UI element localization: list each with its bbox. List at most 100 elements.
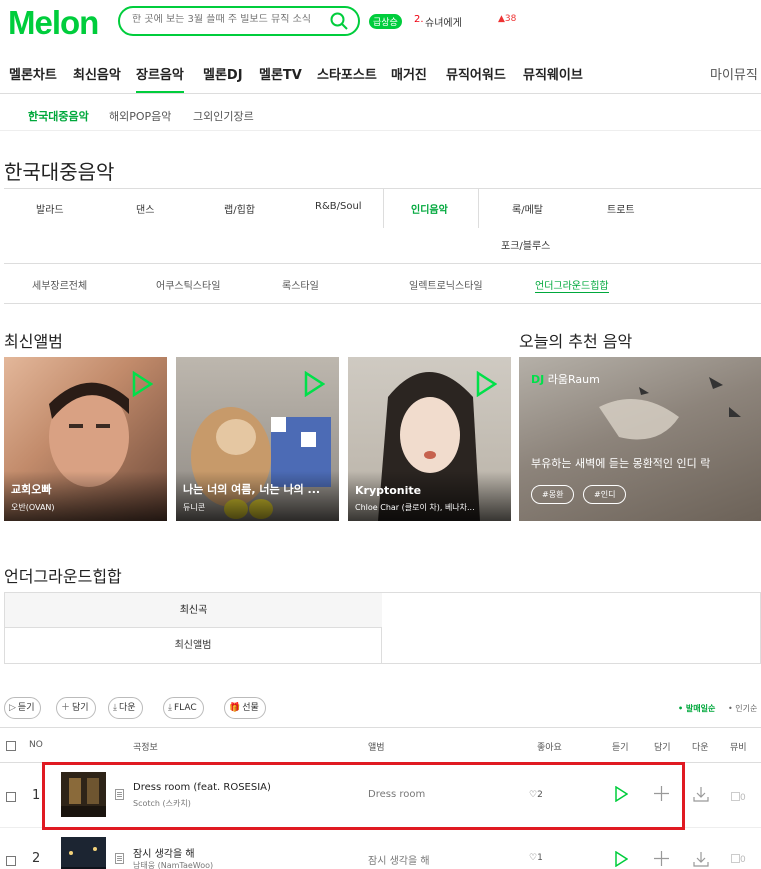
download-icon: ⤓ [168, 703, 172, 713]
page-title: 한국대중음악 [4, 160, 115, 184]
subnav-pop[interactable]: 해외POP음악 [109, 108, 171, 124]
play-icon[interactable] [131, 371, 153, 397]
genre-subnav: 한국대중음악 해외POP음악 그외인기장르 [0, 104, 761, 131]
trending-rank: 2. [414, 14, 424, 25]
genre-folk[interactable]: 포크/블루스 [501, 237, 550, 252]
main-nav: 멜론차트 최신음악 장르음악 멜론DJ 멜론TV 스타포스트 매거진 뮤직어워드… [0, 64, 761, 94]
header-add: 담기 [654, 743, 671, 753]
download-button[interactable]: ⤓ 다운 [108, 697, 143, 719]
sort-by-date[interactable]: • 발매일순 [678, 703, 715, 714]
recommend-dj[interactable]: DJ 라움Raum [531, 371, 600, 387]
header-like: 좋아요 [537, 743, 562, 753]
nav-dj[interactable]: 멜론DJ [203, 64, 243, 83]
header-no: NO [29, 740, 43, 750]
mv-icon [731, 792, 740, 801]
subnav-other[interactable]: 그외인기장르 [193, 108, 254, 124]
add-button[interactable]: ＋ 담기 [56, 697, 96, 719]
album-title[interactable]: 나는 너의 여름, 너는 나의 ... [183, 481, 320, 497]
album-artist[interactable]: 오반(OVAN) [11, 502, 55, 513]
mv-icon [731, 854, 740, 863]
gift-button[interactable]: 🎁 선물 [224, 697, 266, 719]
recommend-card[interactable]: DJ 라움Raum 부유하는 새벽에 듣는 몽환적인 인디 락 #몽환 #인디 [519, 357, 761, 521]
heart-icon: ♡ [529, 853, 538, 863]
trending-change: ▲38 [498, 14, 517, 24]
table-row[interactable]: 2 잠시 생각을 해 남태웅 (NamTaeWoo) 잠시 생각을 해 ♡1 0 [0, 829, 761, 869]
album-thumbnail[interactable] [61, 837, 106, 869]
song-table-header: NO 곡정보 앨범 좋아요 듣기 담기 다운 뮤비 [0, 727, 761, 763]
nav-latest[interactable]: 최신음악 [73, 64, 121, 83]
song-album[interactable]: 잠시 생각을 해 [368, 852, 430, 867]
search-input[interactable] [132, 14, 322, 25]
mv-button[interactable]: 0 [731, 854, 746, 865]
album-artist[interactable]: 듀니콘 [183, 502, 205, 513]
trending-badge: 급상승 [369, 14, 402, 29]
album-card[interactable]: Kryptonite Chloe Char (클로이 차), 베나차... [348, 357, 511, 521]
sort-by-popularity[interactable]: • 인기순 [728, 703, 757, 714]
album-card[interactable]: 교회오빠 오반(OVAN) [4, 357, 167, 521]
nav-starpost[interactable]: 스타포스트 [317, 64, 377, 83]
genre-rnb[interactable]: R&B/Soul [315, 201, 362, 212]
subnav-kpop[interactable]: 한국대중음악 [28, 108, 89, 124]
mv-button[interactable]: 0 [731, 792, 746, 803]
row-rank: 1 [32, 788, 41, 803]
subgenre-all[interactable]: 세부장르전체 [32, 277, 87, 292]
song-tabs: 최신곡 최신앨범 [4, 592, 761, 664]
melon-logo[interactable]: Melon [8, 4, 99, 42]
recommend-desc[interactable]: 부유하는 새벽에 듣는 몽환적인 인디 락 [531, 455, 710, 471]
genre-ballad[interactable]: 발라드 [36, 201, 64, 216]
album-artist[interactable]: Chloe Char (클로이 차), 베나차... [355, 502, 475, 513]
header-song: 곡정보 [133, 743, 158, 753]
row-rank: 2 [32, 851, 41, 866]
nav-award[interactable]: 뮤직어워드 [446, 64, 506, 83]
album-title[interactable]: Kryptonite [355, 484, 421, 497]
latest-albums-title: 최신앨범 [4, 332, 63, 351]
subgenre-electronic[interactable]: 일렉트로닉스타일 [409, 277, 483, 292]
gift-icon: 🎁 [229, 703, 241, 713]
song-info-icon[interactable] [115, 853, 124, 864]
download-icon[interactable] [693, 786, 709, 802]
album-card[interactable]: 나는 너의 여름, 너는 나의 ... 듀니콘 [176, 357, 339, 521]
sub-genre-filter: 세부장르전체 어쿠스틱스타일 록스타일 일렉트로닉스타일 언더그라운드힙합 [4, 266, 761, 304]
flac-button[interactable]: ⤓ FLAC [163, 697, 204, 719]
nav-tv[interactable]: 멜론TV [259, 64, 302, 83]
recommend-title: 오늘의 추천 음악 [519, 332, 633, 351]
genre-dance[interactable]: 댄스 [136, 201, 154, 216]
genre-rock[interactable]: 록/메탈 [512, 201, 543, 216]
subgenre-underground-hiphop[interactable]: 언더그라운드힙합 [535, 277, 609, 293]
search-icon[interactable] [330, 12, 348, 30]
row-checkbox[interactable] [6, 792, 16, 802]
nav-wave[interactable]: 뮤직웨이브 [523, 64, 583, 83]
header-album: 앨범 [368, 743, 385, 753]
play-icon[interactable] [614, 851, 628, 867]
plus-icon: ＋ [61, 703, 71, 713]
tag-chip[interactable]: #인디 [583, 485, 627, 504]
play-icon[interactable] [303, 371, 325, 397]
subgenre-acoustic[interactable]: 어쿠스틱스타일 [156, 277, 220, 292]
nav-magazine[interactable]: 매거진 [391, 64, 427, 83]
song-title[interactable]: 잠시 생각을 해 [133, 845, 195, 860]
play-icon[interactable] [475, 371, 497, 397]
song-artist[interactable]: 남태웅 (NamTaeWoo) [133, 860, 213, 869]
nav-chart[interactable]: 멜론차트 [9, 64, 57, 83]
listen-button[interactable]: ▷ 듣기 [4, 697, 42, 719]
row-checkbox[interactable] [6, 856, 16, 866]
download-icon[interactable] [693, 851, 709, 867]
genre-indie[interactable]: 인디음악 [411, 201, 448, 216]
search-box[interactable] [118, 6, 360, 36]
nav-mymusic[interactable]: 마이뮤직 [710, 64, 758, 83]
nav-genre[interactable]: 장르음악 [136, 64, 184, 93]
trending-title[interactable]: 슈녀에게 [425, 14, 462, 29]
plus-icon[interactable] [654, 851, 669, 866]
like-button[interactable]: ♡1 [529, 853, 543, 863]
tab-latest-songs[interactable]: 최신곡 [5, 593, 382, 628]
tab-latest-albums[interactable]: 최신앨범 [5, 628, 382, 664]
genre-trot[interactable]: 트로트 [607, 201, 635, 216]
header-mv: 뮤비 [730, 743, 747, 753]
tag-chip[interactable]: #몽환 [531, 485, 575, 504]
subgenre-rock[interactable]: 록스타일 [282, 277, 319, 292]
section-title: 언더그라운드힙합 [4, 567, 122, 586]
genre-selector: 발라드 댄스 랩/힙합 R&B/Soul 인디음악 록/메탈 트로트 포크/블루… [4, 188, 761, 264]
genre-hiphop[interactable]: 랩/힙합 [224, 201, 255, 216]
select-all-checkbox[interactable] [6, 741, 16, 751]
album-title[interactable]: 교회오빠 [11, 481, 51, 497]
